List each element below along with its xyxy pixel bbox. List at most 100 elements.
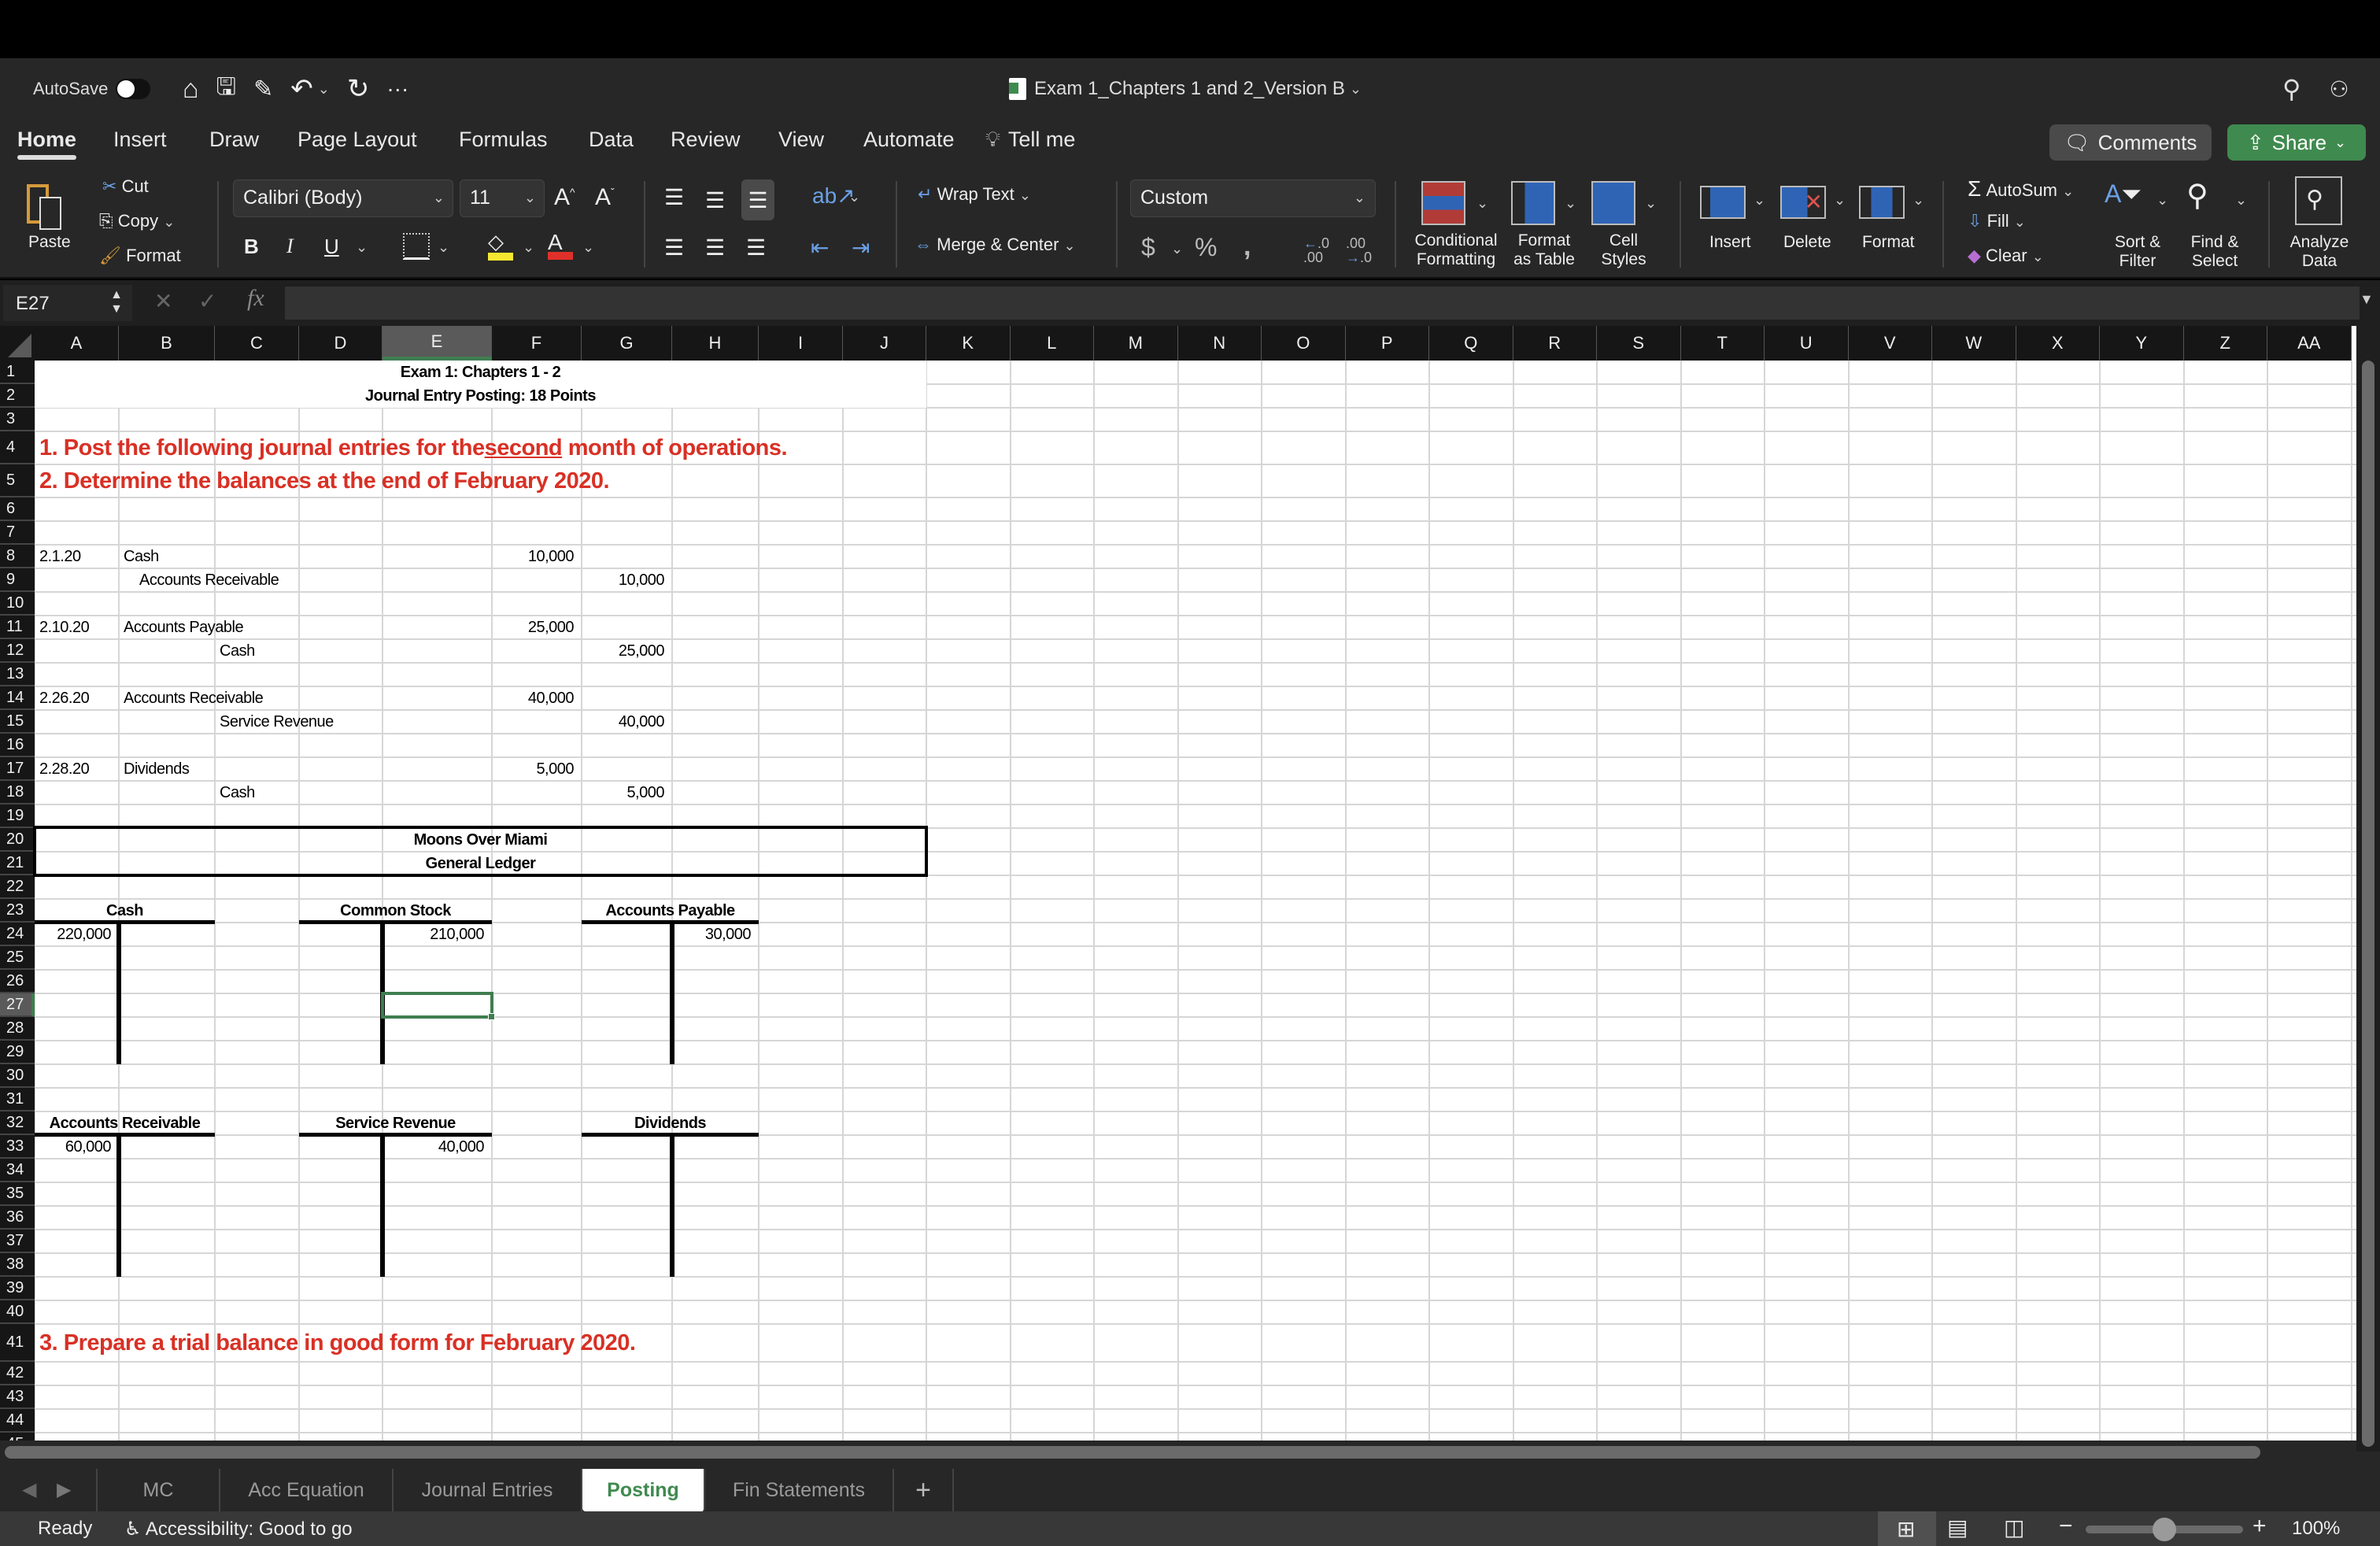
find-select-icon[interactable]: ⚲ — [2186, 178, 2208, 213]
t-account-title[interactable]: Dividends — [582, 1111, 759, 1135]
autosave-toggle[interactable] — [116, 79, 151, 99]
sheet-tab-fin-statements[interactable]: Fin Statements — [705, 1469, 894, 1511]
more-icon[interactable]: ··· — [386, 76, 408, 102]
number-format-dropdown[interactable]: Custom ⌄ — [1130, 179, 1376, 217]
journal-credit[interactable]: 10,000 — [582, 568, 672, 592]
row-header-27[interactable]: 27 — [0, 993, 35, 1017]
page-layout-view-icon[interactable]: ▤ — [1947, 1515, 1968, 1540]
row-header-37[interactable]: 37 — [0, 1230, 35, 1253]
row-header-18[interactable]: 18 — [0, 781, 35, 804]
name-box[interactable]: E27 ▲ ▼ — [3, 285, 132, 321]
tab-automate[interactable]: Automate — [863, 128, 955, 152]
align-center-button[interactable]: ☰ — [705, 235, 725, 261]
paste-button[interactable] — [24, 178, 68, 233]
column-header-g[interactable]: G — [582, 326, 672, 361]
column-header-j[interactable]: J — [843, 326, 926, 361]
align-middle-button[interactable]: ☰ — [705, 187, 725, 213]
title-chevron-icon[interactable]: ⌄ — [1350, 81, 1362, 98]
t-account-title[interactable]: Accounts Payable — [582, 899, 759, 923]
instruction-2[interactable]: 2. Determine the balances at the end of … — [35, 464, 672, 497]
zoom-level[interactable]: 100% — [2292, 1518, 2340, 1540]
zoom-out-button[interactable]: − — [2059, 1513, 2073, 1540]
autosave-control[interactable]: AutoSave — [33, 58, 151, 120]
journal-account[interactable]: Cash — [220, 639, 255, 663]
row-header-35[interactable]: 35 — [0, 1182, 35, 1206]
sheet-title[interactable]: Exam 1: Chapters 1 - 2 — [35, 361, 926, 384]
journal-debit[interactable]: 40,000 — [492, 686, 582, 710]
formula-input[interactable] — [285, 287, 2360, 320]
row-header-14[interactable]: 14 — [0, 686, 35, 710]
journal-date[interactable]: 2.28.20 — [39, 757, 90, 781]
row-header-36[interactable]: 36 — [0, 1206, 35, 1230]
delete-cells-icon[interactable]: ✕ — [1780, 186, 1826, 219]
column-header-s[interactable]: S — [1597, 326, 1681, 361]
journal-account[interactable]: Dividends — [124, 757, 190, 781]
journal-date[interactable]: 2.10.20 — [39, 616, 90, 639]
previous-sheet-icon[interactable]: ◀ — [22, 1478, 36, 1501]
row-header-38[interactable]: 38 — [0, 1253, 35, 1277]
clear-button[interactable]: ◆ Clear ⌄ — [1968, 246, 2044, 266]
format-as-table-icon[interactable] — [1511, 181, 1555, 225]
t-account-debit[interactable]: 60,000 — [35, 1135, 119, 1159]
fill-color-dropdown-icon[interactable]: ⌄ — [523, 239, 534, 256]
bold-button[interactable]: B — [244, 235, 259, 259]
save-as-icon[interactable]: ✎ — [253, 76, 273, 103]
redo-icon[interactable]: ↻ — [347, 73, 370, 105]
column-header-k[interactable]: K — [926, 326, 1011, 361]
align-bottom-button[interactable]: ☰ — [741, 179, 774, 220]
font-name-dropdown[interactable]: Calibri (Body) ⌄ — [233, 179, 453, 217]
journal-account[interactable]: Cash — [124, 545, 159, 568]
document-title[interactable]: Exam 1_Chapters 1 and 2_Version B ⌄ — [1009, 58, 1362, 120]
journal-debit[interactable]: 25,000 — [492, 616, 582, 639]
instruction-3[interactable]: 3. Prepare a trial balance in good form … — [35, 1324, 672, 1362]
row-header-12[interactable]: 12 — [0, 639, 35, 663]
increase-indent-button[interactable]: ⇥ — [852, 235, 870, 261]
column-header-a[interactable]: A — [35, 326, 119, 361]
align-top-button[interactable]: ☰ — [664, 184, 684, 210]
row-header-26[interactable]: 26 — [0, 970, 35, 993]
font-color-button[interactable]: A — [548, 230, 573, 260]
zoom-slider[interactable] — [2086, 1518, 2243, 1541]
row-header-13[interactable]: 13 — [0, 663, 35, 686]
format-as-table-label[interactable]: Format as Table — [1506, 231, 1582, 269]
row-header-40[interactable]: 40 — [0, 1300, 35, 1324]
tell-me[interactable]: 💡︎ Tell me — [985, 128, 1075, 153]
tab-home[interactable]: Home — [17, 128, 77, 160]
row-header-2[interactable]: 2 — [0, 384, 35, 408]
conditional-formatting-icon[interactable] — [1421, 181, 1465, 225]
t-account-title[interactable]: Common Stock — [299, 899, 492, 923]
format-cells-icon[interactable] — [1859, 186, 1905, 219]
column-header-m[interactable]: M — [1094, 326, 1178, 361]
journal-account[interactable]: Service Revenue — [220, 710, 334, 734]
column-header-o[interactable]: O — [1262, 326, 1346, 361]
search-icon[interactable]: ⚲ — [2282, 74, 2301, 104]
insert-cells-dropdown-icon[interactable]: ⌄ — [1754, 192, 1765, 209]
conditional-formatting-label[interactable]: Conditional Formatting — [1407, 231, 1505, 269]
zoom-slider-thumb[interactable] — [2153, 1518, 2176, 1541]
save-icon[interactable]: 🖫 — [216, 69, 237, 109]
home-icon[interactable]: ⌂ — [183, 74, 199, 105]
find-select-dropdown-icon[interactable]: ⌄ — [2235, 192, 2247, 209]
tab-insert[interactable]: Insert — [113, 128, 167, 152]
worksheet-grid[interactable]: A B C D E F G H I J K L M N O P Q R S T U V W X Y Z AA 1 2 3 4 5 6 7 8 9 10… — [0, 326, 2380, 1452]
decrease-indent-button[interactable]: ⇤ — [811, 235, 829, 261]
column-header-l[interactable]: L — [1010, 326, 1094, 361]
column-header-p[interactable]: P — [1345, 326, 1429, 361]
column-header-d[interactable]: D — [299, 326, 382, 361]
format-cells-dropdown-icon[interactable]: ⌄ — [1913, 192, 1924, 209]
increase-font-size-button[interactable]: A^ — [554, 184, 575, 211]
journal-account[interactable]: Cash — [220, 781, 255, 804]
column-header-n[interactable]: N — [1177, 326, 1262, 361]
page-break-view-icon[interactable]: ◫ — [2004, 1515, 2024, 1540]
row-header-10[interactable]: 10 — [0, 592, 35, 616]
row-header-1[interactable]: 1 — [0, 361, 35, 384]
instruction-1[interactable]: 1. Post the following journal entries fo… — [35, 431, 843, 464]
conditional-formatting-dropdown-icon[interactable]: ⌄ — [1476, 195, 1488, 212]
align-right-button[interactable]: ☰ — [746, 235, 766, 261]
row-header-41[interactable]: 41 — [0, 1324, 35, 1362]
journal-debit[interactable]: 5,000 — [492, 757, 582, 781]
journal-date[interactable]: 2.1.20 — [39, 545, 81, 568]
format-as-table-dropdown-icon[interactable]: ⌄ — [1565, 195, 1576, 212]
column-header-b[interactable]: B — [119, 326, 215, 361]
sheet-tab-journal-entries[interactable]: Journal Entries — [394, 1469, 582, 1511]
